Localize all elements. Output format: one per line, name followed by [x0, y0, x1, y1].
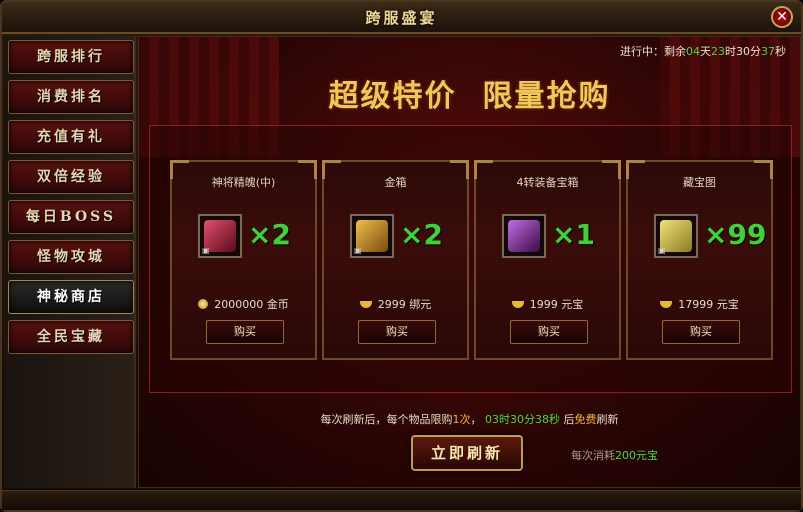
goods-card: 金箱 ▣ ×2 2999 绑元 购买: [322, 160, 469, 360]
sidebar-item-label: 神秘商店: [37, 289, 105, 305]
ingot-icon: [660, 301, 673, 308]
lock-icon: ▣: [354, 246, 362, 255]
goods-price: 2000000 金币: [172, 296, 315, 312]
buy-button[interactable]: 购买: [358, 320, 436, 344]
goods-name: 4转装备宝箱: [516, 176, 579, 189]
goods-price: 17999 元宝: [628, 296, 771, 312]
refresh-cost: 每次消耗200元宝: [571, 449, 658, 462]
buy-button[interactable]: 购买: [510, 320, 588, 344]
banner-left: 超级特价: [328, 79, 457, 114]
buy-button[interactable]: 购买: [206, 320, 284, 344]
goods-quantity: ×2: [400, 218, 443, 251]
sidebar-item-monster-siege[interactable]: 怪物攻城: [8, 240, 134, 274]
sidebar-item-label: 全民宝藏: [37, 329, 105, 345]
sidebar-item-label: 怪物攻城: [37, 249, 105, 265]
goods-name: 神将精魄(中): [211, 176, 276, 189]
bottom-bar: [2, 490, 801, 510]
buy-button[interactable]: 购买: [662, 320, 740, 344]
banner-right: 限量抢购: [482, 79, 611, 114]
countdown-timer: 进行中：剩余04天23时30分37秒: [620, 45, 786, 58]
item-slot[interactable]: [502, 214, 546, 258]
sidebar-item-spending-ranking[interactable]: 消费排名: [8, 80, 134, 114]
goods-price: 1999 元宝: [476, 296, 619, 312]
bound-ingot-icon: [359, 301, 372, 308]
sidebar-item-label: 每日BOSS: [25, 209, 117, 225]
goods-name: 金箱: [384, 176, 407, 189]
goods-panel: 神将精魄(中) ▣ ×2 2000000 金币 购买 金箱 ▣ ×2 2999 …: [149, 125, 792, 393]
sidebar-item-cross-server-ranking[interactable]: 跨服排行: [8, 40, 134, 74]
close-icon[interactable]: ✕: [771, 6, 793, 28]
item-slot[interactable]: ▣: [654, 214, 698, 258]
item-slot[interactable]: ▣: [350, 214, 394, 258]
sidebar-item-label: 跨服排行: [37, 49, 105, 65]
sidebar-item-label: 双倍经验: [37, 169, 105, 185]
window-title: 跨服盛宴: [365, 9, 438, 27]
sidebar-item-treasure[interactable]: 全民宝藏: [8, 320, 134, 354]
sidebar-item-double-exp[interactable]: 双倍经验: [8, 160, 134, 194]
title-bar: 跨服盛宴 ✕: [2, 2, 801, 34]
sale-banner: 超级特价 限量抢购: [139, 71, 800, 127]
shop-main: 进行中：剩余04天23时30分37秒 超级特价 限量抢购 神将精魄(中) ▣ ×2…: [138, 36, 801, 488]
sidebar-item-daily-boss[interactable]: 每日BOSS: [8, 200, 134, 234]
equipment-chest-icon: [508, 220, 540, 252]
refresh-now-button[interactable]: 立即刷新: [411, 435, 523, 471]
goods-quantity: ×99: [704, 218, 767, 251]
ingot-icon: [511, 301, 524, 308]
refresh-note: 每次刷新后，每个物品限购1次， 03时30分38秒 后免费刷新: [320, 413, 619, 426]
sidebar-item-label: 充值有礼: [37, 129, 105, 145]
gold-coin-icon: [198, 299, 209, 309]
goods-name: 藏宝图: [683, 176, 716, 189]
goods-card: 4转装备宝箱 ×1 1999 元宝 购买: [474, 160, 621, 360]
goods-card: 神将精魄(中) ▣ ×2 2000000 金币 购买: [170, 160, 317, 360]
sidebar-item-label: 消费排名: [37, 89, 105, 105]
event-window: 跨服盛宴 ✕ 跨服排行 消费排名 充值有礼 双倍经验 每日BOSS 怪物攻城 神…: [0, 0, 803, 512]
goods-quantity: ×1: [552, 218, 595, 251]
lock-icon: ▣: [202, 246, 210, 255]
sidebar-item-recharge-gift[interactable]: 充值有礼: [8, 120, 134, 154]
item-slot[interactable]: ▣: [198, 214, 242, 258]
goods-price: 2999 绑元: [324, 296, 467, 312]
sidebar: 跨服排行 消费排名 充值有礼 双倍经验 每日BOSS 怪物攻城 神秘商店 全民宝…: [4, 36, 136, 488]
lock-icon: ▣: [658, 246, 666, 255]
goods-quantity: ×2: [248, 218, 291, 251]
sidebar-item-mystery-shop[interactable]: 神秘商店: [8, 280, 134, 314]
goods-card: 藏宝图 ▣ ×99 17999 元宝 购买: [626, 160, 773, 360]
